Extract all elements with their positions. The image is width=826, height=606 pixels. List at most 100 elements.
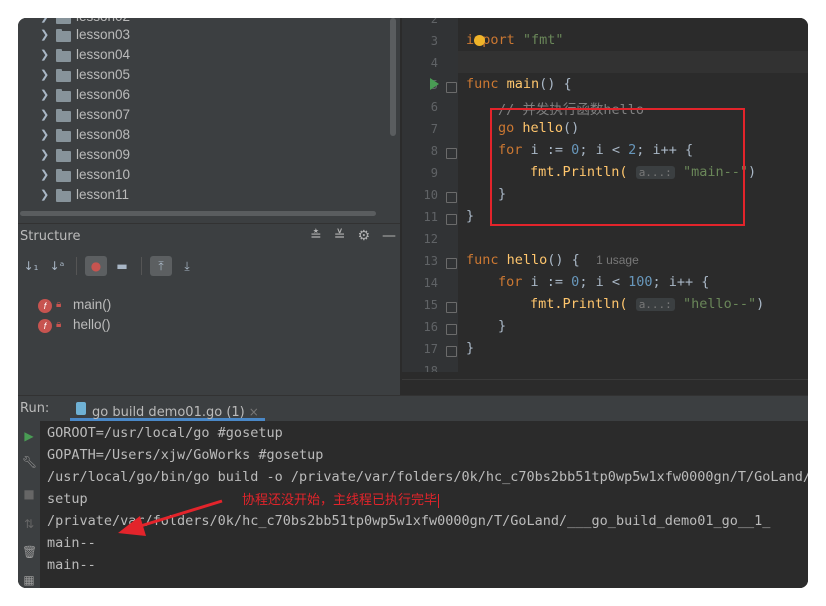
line-number: 3 bbox=[430, 34, 438, 48]
code-line-15: fmt.Println( a...: "hello--") bbox=[530, 296, 765, 312]
gear-icon[interactable]: ⚙ bbox=[357, 228, 370, 244]
highlight-box bbox=[490, 108, 745, 226]
console-line: /usr/local/go/bin/go build -o /private/v… bbox=[47, 469, 808, 485]
trash-icon[interactable]: 🗑︎ bbox=[22, 545, 37, 559]
line-number: 11 bbox=[423, 210, 438, 224]
folder-icon bbox=[56, 189, 71, 202]
folder-icon bbox=[56, 149, 71, 162]
folder-icon bbox=[56, 129, 71, 142]
folder-icon bbox=[56, 29, 71, 42]
chevron-right-icon[interactable]: ❯ bbox=[40, 148, 49, 161]
stop-icon[interactable]: ■ bbox=[22, 487, 36, 501]
code-line-11: } bbox=[466, 208, 475, 224]
code-line-16: } bbox=[498, 318, 507, 334]
tree-item[interactable]: ❯ lesson05 bbox=[18, 66, 400, 86]
folder-icon bbox=[56, 18, 71, 24]
fold-icon[interactable] bbox=[446, 192, 457, 203]
structure-panel: Structure ≛ ≚ ⚙ — ↓₁ ↓ᵃ ● ▬ ⤒ ⤓ f 🔒︎ mai… bbox=[18, 223, 400, 396]
code-line-5: func main() { bbox=[466, 76, 572, 92]
chevron-right-icon[interactable]: ❯ bbox=[40, 108, 49, 121]
expand-all-icon[interactable]: ≛ bbox=[310, 228, 322, 244]
folder-icon bbox=[56, 169, 71, 182]
tree-item[interactable]: ❯ lesson11 bbox=[18, 186, 400, 206]
sort-icon[interactable]: ⇅ bbox=[22, 517, 36, 531]
show-folder-icon[interactable]: ▬ bbox=[111, 256, 133, 276]
fold-icon[interactable] bbox=[446, 258, 457, 269]
tree-item[interactable]: ❯ lesson04 bbox=[18, 46, 400, 66]
fold-icon[interactable] bbox=[446, 324, 457, 335]
folder-icon bbox=[56, 109, 71, 122]
collapse-all-icon[interactable]: ≚ bbox=[334, 228, 346, 244]
structure-toolbar: ↓₁ ↓ᵃ ● ▬ ⤒ ⤓ bbox=[20, 254, 198, 278]
chevron-right-icon[interactable]: ❯ bbox=[40, 88, 49, 101]
chevron-right-icon[interactable]: ❯ bbox=[40, 168, 49, 181]
line-number: 10 bbox=[423, 188, 438, 202]
toolbar-divider bbox=[76, 257, 77, 275]
tree-horizontal-scrollbar[interactable] bbox=[20, 211, 376, 216]
editor-horizontal-scrollbar[interactable] bbox=[402, 372, 808, 395]
fold-icon[interactable] bbox=[446, 302, 457, 313]
chevron-right-icon[interactable]: ❯ bbox=[40, 68, 49, 81]
fold-icon[interactable] bbox=[446, 214, 457, 225]
line-number: 4 bbox=[430, 56, 438, 70]
chevron-right-icon[interactable]: ❯ bbox=[40, 28, 49, 41]
project-tree: ❯lesson02 ❯lesson03 ❯lesson04 ❯lesson05 … bbox=[18, 18, 400, 223]
console-line: main-- bbox=[47, 557, 96, 573]
run-gutter-icon[interactable] bbox=[430, 78, 439, 90]
tree-item[interactable]: ❯ lesson07 bbox=[18, 106, 400, 126]
lock-icon: 🔒︎ bbox=[56, 319, 62, 330]
fold-icon[interactable] bbox=[446, 148, 457, 159]
show-fields-icon[interactable]: ● bbox=[85, 256, 107, 276]
line-number: 16 bbox=[423, 320, 438, 334]
toolbar-divider bbox=[141, 257, 142, 275]
usage-hint[interactable]: 1 usage bbox=[596, 253, 639, 267]
lightbulb-icon[interactable] bbox=[474, 35, 485, 46]
wrench-icon[interactable]: 🔧︎ bbox=[22, 455, 37, 469]
tree-item[interactable]: ❯ lesson03 bbox=[18, 26, 400, 46]
line-number: 14 bbox=[423, 276, 438, 290]
rerun-icon[interactable]: ▶ bbox=[22, 429, 36, 443]
line-number: 2 bbox=[430, 18, 438, 26]
console-line: GOPATH=/Users/xjw/GoWorks #gosetup bbox=[47, 447, 324, 463]
fold-icon[interactable] bbox=[446, 346, 457, 357]
minimize-icon[interactable]: — bbox=[382, 228, 396, 244]
console-line: GOROOT=/usr/local/go #gosetup bbox=[47, 425, 283, 441]
fold-icon[interactable] bbox=[446, 82, 457, 93]
line-number: 7 bbox=[430, 122, 438, 136]
sort-alphabetically-icon[interactable]: ↓ᵃ bbox=[46, 256, 68, 276]
tree-item[interactable]: ❯ lesson10 bbox=[18, 166, 400, 186]
tree-item[interactable]: ❯ lesson08 bbox=[18, 126, 400, 146]
close-icon[interactable]: × bbox=[249, 405, 259, 419]
structure-panel-tools: ≛ ≚ ⚙ — bbox=[310, 228, 396, 244]
structure-title: Structure bbox=[20, 229, 81, 244]
line-number: 8 bbox=[430, 144, 438, 158]
run-tab[interactable]: go build demo01.go (1) × bbox=[70, 396, 265, 421]
go-file-icon bbox=[76, 402, 86, 415]
run-toolbar: Run: go build demo01.go (1) × bbox=[18, 395, 808, 422]
line-number: 15 bbox=[423, 298, 438, 312]
console-line: main-- bbox=[47, 535, 96, 551]
code-line-14: for i := 0; i < 100; i++ { bbox=[498, 274, 710, 290]
autoscroll-to-source-icon[interactable]: ⤒ bbox=[150, 256, 172, 276]
layout-icon[interactable]: ▦ bbox=[22, 573, 36, 587]
folder-icon bbox=[56, 89, 71, 102]
line-number: 9 bbox=[430, 166, 438, 180]
tree-item[interactable]: ❯ lesson09 bbox=[18, 146, 400, 166]
chevron-right-icon[interactable]: ❯ bbox=[40, 18, 49, 23]
sort-by-visibility-icon[interactable]: ↓₁ bbox=[20, 256, 42, 276]
text-cursor bbox=[438, 493, 440, 508]
lock-icon: 🔒︎ bbox=[56, 299, 62, 310]
line-number: 18 bbox=[423, 364, 438, 372]
code-line-13: func hello() { 1 usage bbox=[466, 252, 639, 268]
console-line: /private/var/folders/0k/hc_c70bs2bb51tp0… bbox=[47, 513, 771, 529]
console-sidebar: ▶ 🔧︎ ■ ⇅ 🗑︎ ▦ bbox=[18, 421, 40, 588]
autoscroll-from-source-icon[interactable]: ⤓ bbox=[176, 256, 198, 276]
tree-vertical-scrollbar[interactable] bbox=[390, 18, 396, 136]
chevron-right-icon[interactable]: ❯ bbox=[40, 128, 49, 141]
tree-item[interactable]: ❯ lesson06 bbox=[18, 86, 400, 106]
folder-icon bbox=[56, 69, 71, 82]
line-number: 17 bbox=[423, 342, 438, 356]
chevron-right-icon[interactable]: ❯ bbox=[40, 48, 49, 61]
folder-icon bbox=[56, 49, 71, 62]
chevron-right-icon[interactable]: ❯ bbox=[40, 188, 49, 201]
